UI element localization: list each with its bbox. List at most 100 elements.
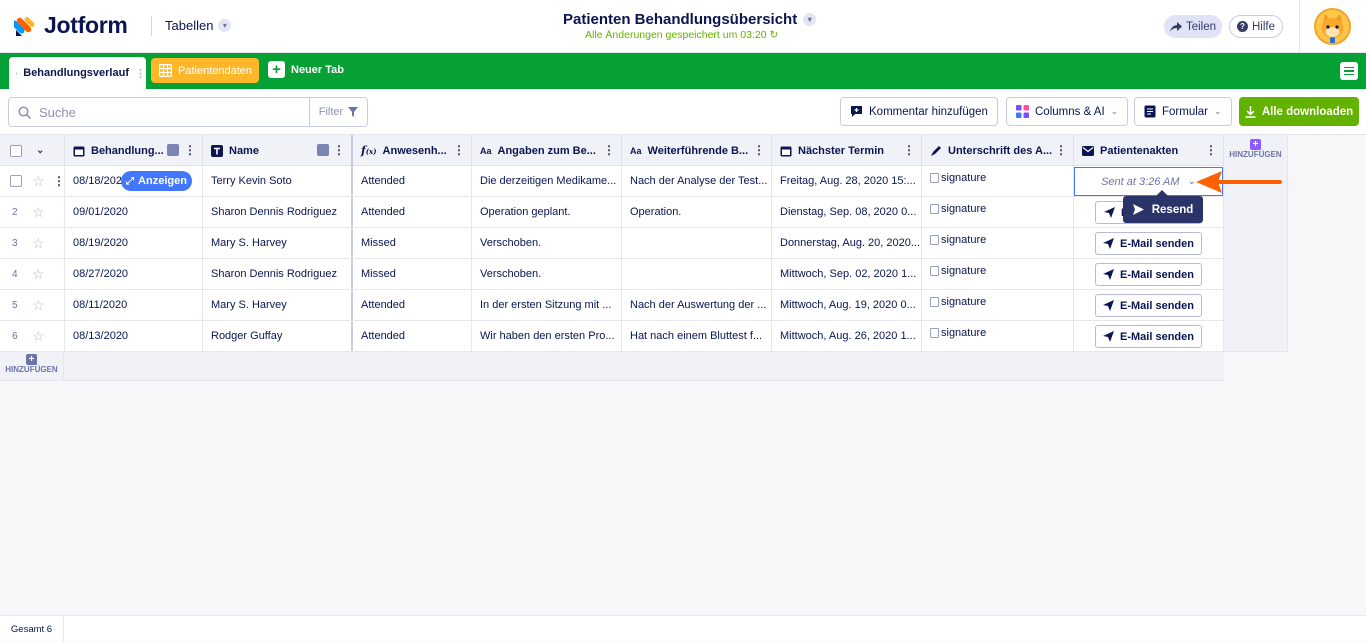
chevron-down-icon[interactable]: ⌄: [36, 145, 44, 156]
new-tab-button[interactable]: + Neuer Tab: [268, 61, 344, 78]
column-options-icon[interactable]: ⋮: [1205, 143, 1217, 157]
hamburger-menu-icon[interactable]: [1340, 62, 1358, 80]
cell-attendance[interactable]: Missed: [353, 259, 472, 289]
cell-next-appointment[interactable]: Freitag, Aug. 28, 2020 15:...: [772, 166, 922, 196]
show-record-button[interactable]: ⤢ Anzeigen: [121, 171, 192, 191]
cell-next-appointment[interactable]: Mittwoch, Aug. 19, 2020 0...: [772, 290, 922, 320]
star-icon[interactable]: ☆: [32, 267, 45, 281]
cell-date[interactable]: 08/11/2020: [65, 290, 203, 320]
column-options-icon[interactable]: ⋮: [333, 143, 345, 157]
help-button[interactable]: ? Hilfe: [1229, 15, 1283, 38]
cell-name[interactable]: Mary S. Harvey: [203, 228, 353, 258]
tab-options-icon[interactable]: ⋮: [135, 67, 146, 80]
column-header-attendance[interactable]: f(x) Anwesenh... ⋮: [353, 135, 472, 166]
resend-button[interactable]: Resend: [1123, 196, 1203, 223]
cell-details[interactable]: Die derzeitigen Medikame...: [472, 166, 622, 196]
table-row[interactable]: 6 ☆ 08/13/2020 Rodger Guffay Attended Wi…: [0, 321, 1224, 352]
row-drag-icon[interactable]: ⋮: [53, 174, 64, 188]
cell-name[interactable]: Mary S. Harvey: [203, 290, 353, 320]
star-icon[interactable]: ☆: [32, 236, 45, 250]
tables-menu[interactable]: Tabellen ▾: [165, 18, 232, 33]
star-icon[interactable]: ☆: [32, 329, 45, 343]
column-options-icon[interactable]: ⋮: [1055, 143, 1067, 157]
send-email-button[interactable]: E-Mail senden: [1095, 232, 1202, 255]
user-avatar[interactable]: [1314, 8, 1351, 45]
select-all-checkbox[interactable]: [10, 144, 22, 157]
document-title[interactable]: Patienten Behandlungsübersicht ▾: [563, 11, 817, 28]
cell-next-appointment[interactable]: Mittwoch, Sep. 02, 2020 1...: [772, 259, 922, 289]
column-header-date[interactable]: Behandlung... ⋮: [65, 135, 203, 166]
cell-details[interactable]: Verschoben.: [472, 228, 622, 258]
cell-date[interactable]: 09/01/2020: [65, 197, 203, 227]
cell-name[interactable]: Sharon Dennis Rodriguez: [203, 259, 353, 289]
column-options-icon[interactable]: ⋮: [453, 143, 465, 157]
cell-details[interactable]: In der ersten Sitzung mit ...: [472, 290, 622, 320]
cell-next-appointment[interactable]: Dienstag, Sep. 08, 2020 0...: [772, 197, 922, 227]
filter-button[interactable]: Filter: [309, 98, 367, 126]
column-header-records[interactable]: Patientenakten ⋮: [1074, 135, 1224, 166]
add-row-button[interactable]: + HINZUFÜGEN: [0, 352, 64, 381]
send-email-button[interactable]: E-Mail senden: [1095, 294, 1202, 317]
table-row[interactable]: ☆ ⋮ 08/18/202 ⤢ Anzeigen Terry Kevin Sot…: [0, 166, 1224, 197]
cell-signature[interactable]: signature: [922, 197, 1074, 227]
cell-date[interactable]: 08/19/2020: [65, 228, 203, 258]
table-row[interactable]: 2 ☆ 09/01/2020 Sharon Dennis Rodriguez A…: [0, 197, 1224, 228]
cell-further[interactable]: [622, 228, 772, 258]
share-button[interactable]: Teilen: [1164, 15, 1222, 38]
cell-name[interactable]: Sharon Dennis Rodriguez: [203, 197, 353, 227]
cell-name[interactable]: Rodger Guffay: [203, 321, 353, 351]
cell-further[interactable]: Operation.: [622, 197, 772, 227]
column-header-further[interactable]: Aa Weiterführende B... ⋮: [622, 135, 772, 166]
cell-details[interactable]: Verschoben.: [472, 259, 622, 289]
cell-signature[interactable]: signature: [922, 166, 1074, 196]
download-all-button[interactable]: Alle downloaden: [1239, 97, 1359, 126]
add-comment-button[interactable]: Kommentar hinzufügen: [840, 97, 998, 126]
tab-patientendaten[interactable]: Patientendaten: [151, 58, 259, 83]
cell-signature[interactable]: signature: [922, 228, 1074, 258]
chevron-down-icon: ▾: [218, 19, 232, 32]
cell-further[interactable]: [622, 259, 772, 289]
star-icon[interactable]: ☆: [32, 205, 45, 219]
cell-attendance[interactable]: Attended: [353, 290, 472, 320]
cell-attendance[interactable]: Attended: [353, 321, 472, 351]
columns-ai-icon: [1016, 105, 1029, 118]
columns-ai-button[interactable]: Columns & AI ⌄: [1006, 97, 1129, 126]
cell-further[interactable]: Nach der Analyse der Test...: [622, 166, 772, 196]
table-row[interactable]: 4 ☆ 08/27/2020 Sharon Dennis Rodriguez M…: [0, 259, 1224, 290]
cell-date[interactable]: 08/13/2020: [65, 321, 203, 351]
cell-attendance[interactable]: Missed: [353, 228, 472, 258]
cell-attendance[interactable]: Attended: [353, 166, 472, 196]
cell-further[interactable]: Nach der Auswertung der ...: [622, 290, 772, 320]
cell-attendance[interactable]: Attended: [353, 197, 472, 227]
cell-name[interactable]: Terry Kevin Soto: [203, 166, 353, 196]
cell-details[interactable]: Wir haben den ersten Pro...: [472, 321, 622, 351]
column-options-icon[interactable]: ⋮: [603, 143, 615, 157]
column-options-icon[interactable]: ⋮: [903, 143, 915, 157]
cell-signature[interactable]: signature: [922, 290, 1074, 320]
column-header-details[interactable]: Aa Angaben zum Be... ⋮: [472, 135, 622, 166]
star-icon[interactable]: ☆: [32, 174, 45, 188]
cell-signature[interactable]: signature: [922, 259, 1074, 289]
send-email-button[interactable]: E-Mail senden: [1095, 325, 1202, 348]
search-input[interactable]: [39, 104, 299, 120]
form-button[interactable]: Formular ⌄: [1134, 97, 1232, 126]
row-checkbox[interactable]: [10, 175, 22, 187]
jotform-logo[interactable]: Jotform: [14, 12, 128, 39]
column-header-name[interactable]: Name ⋮: [203, 135, 353, 166]
cell-next-appointment[interactable]: Mittwoch, Aug. 26, 2020 1...: [772, 321, 922, 351]
send-email-button[interactable]: E-Mail senden: [1095, 263, 1202, 286]
resend-label: Resend: [1151, 203, 1194, 216]
column-header-signature[interactable]: Unterschrift des A... ⋮: [922, 135, 1074, 166]
column-header-next-appointment[interactable]: Nächster Termin ⋮: [772, 135, 922, 166]
tab-behandlungsverlauf[interactable]: Behandlungsverlauf ⋮: [9, 57, 146, 89]
column-options-icon[interactable]: ⋮: [753, 143, 765, 157]
table-row[interactable]: 5 ☆ 08/11/2020 Mary S. Harvey Attended I…: [0, 290, 1224, 321]
column-options-icon[interactable]: ⋮: [184, 143, 196, 157]
cell-signature[interactable]: signature: [922, 321, 1074, 351]
cell-details[interactable]: Operation geplant.: [472, 197, 622, 227]
cell-date[interactable]: 08/27/2020: [65, 259, 203, 289]
star-icon[interactable]: ☆: [32, 298, 45, 312]
cell-further[interactable]: Hat nach einem Bluttest f...: [622, 321, 772, 351]
cell-next-appointment[interactable]: Donnerstag, Aug. 20, 2020...: [772, 228, 922, 258]
table-row[interactable]: 3 ☆ 08/19/2020 Mary S. Harvey Missed Ver…: [0, 228, 1224, 259]
